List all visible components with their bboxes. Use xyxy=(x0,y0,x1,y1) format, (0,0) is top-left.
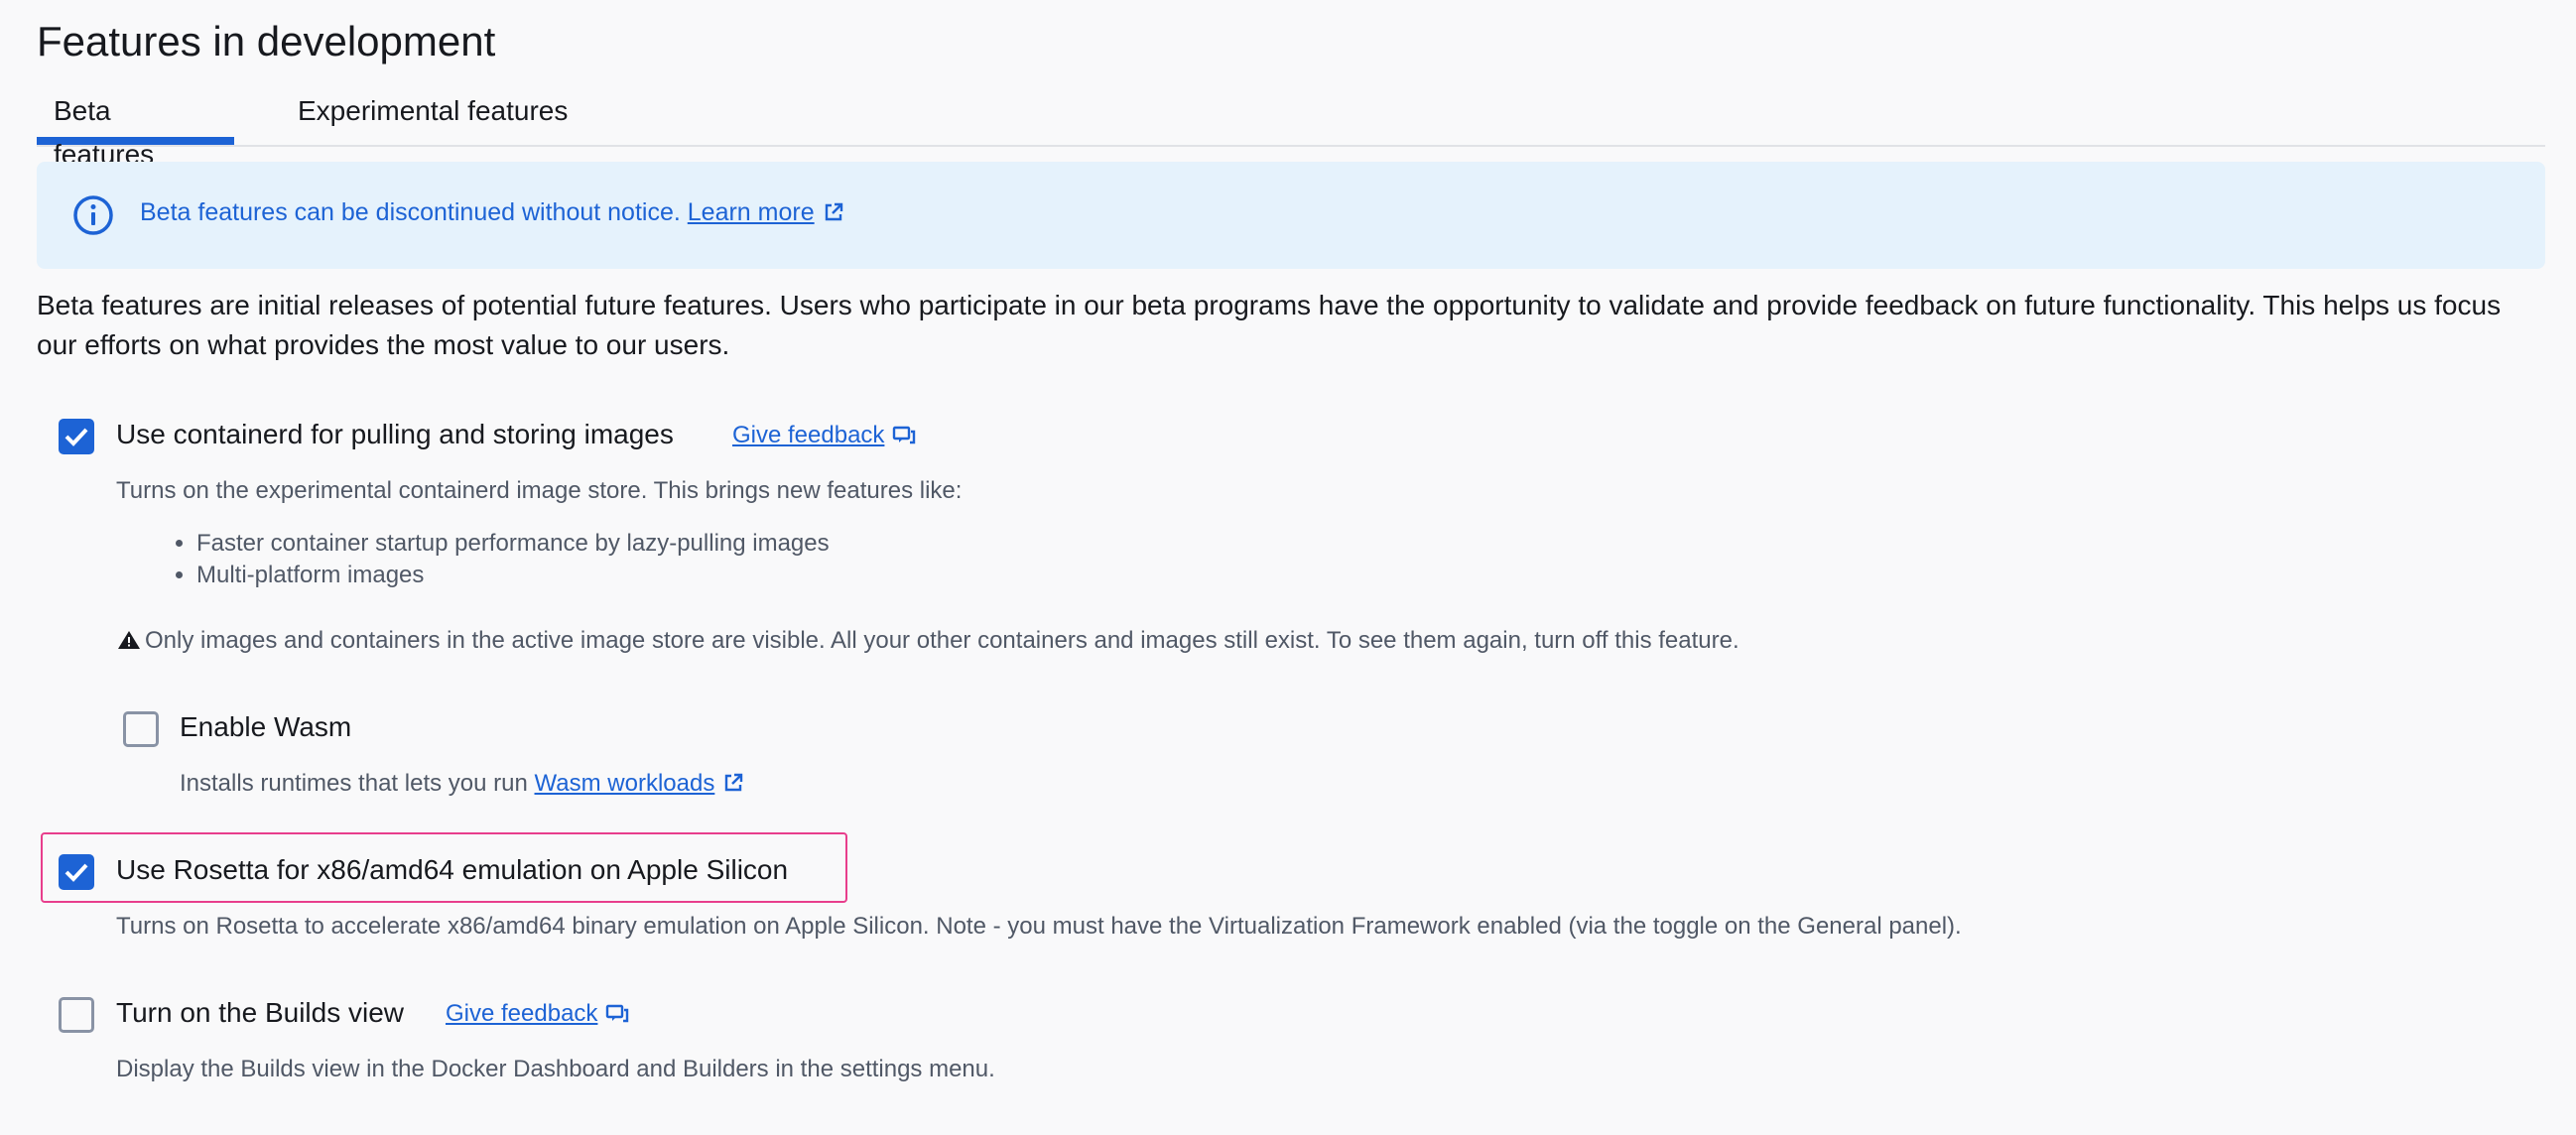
rosetta-label[interactable]: Use Rosetta for x86/amd64 emulation on A… xyxy=(116,854,788,886)
builds-give-feedback[interactable]: Give feedback xyxy=(446,1000,629,1028)
info-banner: Beta features can be discontinued withou… xyxy=(37,162,2545,269)
rosetta-checkbox[interactable] xyxy=(59,854,94,890)
rosetta-help: Turns on Rosetta to accelerate x86/amd64… xyxy=(116,913,1962,940)
give-feedback-link[interactable]: Give feedback xyxy=(732,422,884,448)
wasm-label[interactable]: Enable Wasm xyxy=(180,711,351,743)
tab-experimental-features[interactable]: Experimental features xyxy=(281,89,584,143)
external-link-icon[interactable] xyxy=(722,772,744,794)
containerd-give-feedback[interactable]: Give feedback xyxy=(732,422,916,449)
banner-text: Beta features can be discontinued withou… xyxy=(140,198,681,226)
beta-description: Beta features are initial releases of po… xyxy=(37,290,2502,360)
learn-more-link[interactable]: Learn more xyxy=(688,198,815,226)
list-item: Faster container startup performance by … xyxy=(196,528,830,560)
wasm-checkbox[interactable] xyxy=(123,711,159,747)
checkmark-icon xyxy=(64,428,88,446)
builds-help: Display the Builds view in the Docker Da… xyxy=(116,1056,995,1082)
containerd-help: Turns on the experimental containerd ima… xyxy=(116,477,963,504)
containerd-checkbox[interactable] xyxy=(59,419,94,454)
give-feedback-link[interactable]: Give feedback xyxy=(446,1000,597,1027)
wasm-help-text: Installs runtimes that lets you run xyxy=(180,770,528,797)
feedback-icon xyxy=(606,1004,629,1023)
builds-label[interactable]: Turn on the Builds view xyxy=(116,997,404,1029)
info-icon xyxy=(73,195,113,235)
builds-checkbox[interactable] xyxy=(59,997,94,1033)
banner-message: Beta features can be discontinued withou… xyxy=(140,198,844,227)
feedback-icon xyxy=(893,426,916,444)
containerd-feature-list: Faster container startup performance by … xyxy=(117,528,830,591)
warning-text: Only images and containers in the active… xyxy=(145,627,1739,654)
wasm-workloads-link[interactable]: Wasm workloads xyxy=(535,770,715,797)
containerd-label[interactable]: Use containerd for pulling and storing i… xyxy=(116,419,674,450)
external-link-icon[interactable] xyxy=(823,201,844,223)
list-item: Multi-platform images xyxy=(196,560,830,591)
tab-beta-features[interactable]: Beta features xyxy=(37,89,234,170)
settings-page: Features in development Beta features Ex… xyxy=(0,0,2576,1135)
containerd-warning: Only images and containers in the active… xyxy=(117,627,1739,655)
tab-bar: Beta features Experimental features xyxy=(37,89,2545,170)
warning-icon xyxy=(118,631,140,649)
wasm-help: Installs runtimes that lets you run Wasm… xyxy=(180,770,744,798)
checkmark-icon xyxy=(64,863,88,882)
page-title: Features in development xyxy=(37,18,496,64)
